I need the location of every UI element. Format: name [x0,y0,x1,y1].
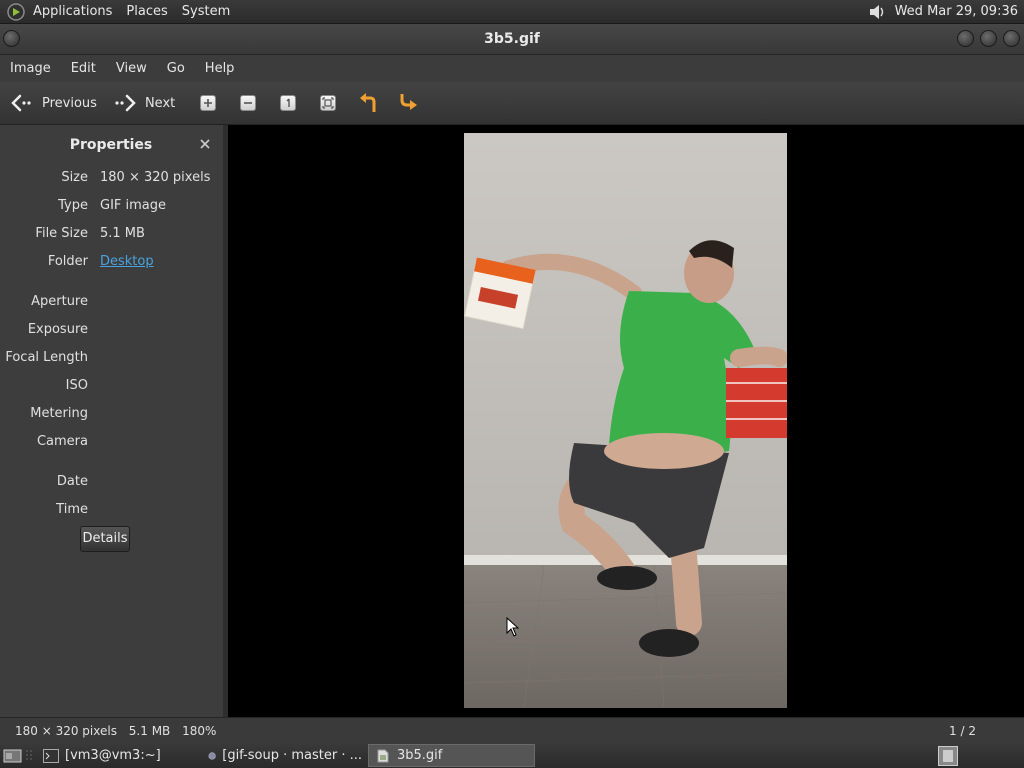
zoom-in-icon [200,95,217,111]
prop-label: Exposure [27,322,88,337]
zoom-in-button[interactable] [193,85,223,121]
prop-label: Type [58,198,88,213]
prop-label: Aperture [31,294,88,309]
panel-clock[interactable]: Wed Mar 29, 09:36 [887,4,1024,19]
task-label: [vm3@vm3:~] [65,748,161,763]
status-dimensions: 180 × 320 pixels [15,724,117,738]
rotate-right-icon [400,94,418,110]
next-button[interactable]: Next [107,85,181,121]
prop-label: Date [56,474,88,489]
prop-row-exposure: Exposure [0,322,222,342]
menu-edit[interactable]: Edit [61,61,106,76]
status-zoom: 180% [182,724,217,738]
prop-row-type: Type GIF image [0,198,222,218]
window-titlebar[interactable]: 3b5.gif [0,24,1024,55]
task-image-viewer[interactable]: 3b5.gif [368,744,535,767]
prop-label: Camera [36,434,88,449]
prop-row-camera: Camera [0,434,222,454]
sidebar-header: Properties [0,125,223,165]
statusbar: 180 × 320 pixels 5.1 MB 180% 1 / 2 [0,717,1024,743]
prop-row-time: Time [0,502,222,522]
prop-label: File Size [35,226,88,241]
previous-label: Previous [42,95,97,111]
panel-menu-places[interactable]: Places [119,0,174,24]
prop-value: GIF image [100,198,167,213]
rotate-right-button[interactable] [393,85,423,121]
editor-app-icon [208,751,216,760]
top-panel: Applications Places System Wed Mar 29, 0… [0,0,1024,24]
menu-image[interactable]: Image [0,61,61,76]
prop-row-aperture: Aperture [0,294,222,314]
prop-row-iso: ISO [0,378,222,398]
task-terminal[interactable]: [vm3@vm3:~] [37,744,202,767]
previous-button[interactable]: Previous [4,85,103,121]
prop-label: ISO [65,378,88,393]
prop-label: Metering [30,406,88,421]
taskbar-separator-icon [26,749,32,762]
rotate-left-button[interactable] [353,85,383,121]
status-file-size: 5.1 MB [128,724,171,738]
best-fit-icon [320,95,337,111]
task-label: [gif-soup · master · ... [222,748,362,763]
prop-value: 5.1 MB [100,226,145,241]
prop-row-folder: Folder Desktop [0,254,222,274]
close-sidebar-icon[interactable] [198,137,212,151]
window-title: 3b5.gif [484,31,540,47]
zoom-out-icon [240,95,257,111]
prop-row-size: Size 180 × 320 pixels [0,170,222,190]
normal-size-button[interactable] [273,85,303,121]
menubar: Image Edit View Go Help [0,55,1024,82]
volume-icon[interactable] [867,2,887,22]
prop-label: Time [56,502,88,517]
image-file-icon [377,749,389,762]
prop-row-date: Date [0,474,222,494]
terminal-icon [43,748,59,763]
image-viewer[interactable] [228,125,1024,717]
panel-menu-system[interactable]: System [175,0,237,24]
next-label: Next [144,95,176,111]
status-image-position: 1 / 2 [949,724,976,738]
minimize-button[interactable] [957,30,974,47]
toolbar: Previous Next [0,82,1024,125]
prop-row-focal-length: Focal Length [0,350,222,370]
task-label: 3b5.gif [397,748,443,763]
prop-row-metering: Metering [0,406,222,426]
best-fit-button[interactable] [313,85,343,121]
prop-row-file-size: File Size 5.1 MB [0,226,222,246]
prop-label: Folder [47,254,88,269]
taskbar: [vm3@vm3:~] [gif-soup · master · ... 3b5… [0,743,1024,768]
task-gif-soup[interactable]: [gif-soup · master · ... [202,744,368,767]
close-window-button[interactable] [1003,30,1020,47]
rotate-left-icon [360,93,376,112]
normal-size-icon [280,95,297,111]
menu-go[interactable]: Go [157,61,195,76]
show-desktop-icon[interactable] [3,747,23,765]
prop-label: Focal Length [5,350,88,365]
workspace-window-thumbnail [943,749,953,762]
arrow-right-icon [115,94,136,112]
properties-sidebar: Properties Size 180 × 320 pixels Type GI… [0,125,228,717]
arrow-left-icon [11,94,31,112]
prop-label: Size [61,170,88,185]
maximize-button[interactable] [980,30,997,47]
zoom-out-button[interactable] [233,85,263,121]
mouse-cursor-icon [506,617,520,637]
menu-view[interactable]: View [106,61,157,76]
panel-menu-applications[interactable]: Applications [26,0,119,24]
prop-value: 180 × 320 pixels [100,170,211,185]
workspace-switcher[interactable] [938,745,958,766]
sidebar-title: Properties [69,137,153,153]
folder-link[interactable]: Desktop [100,254,154,269]
details-button[interactable]: Details [80,526,130,552]
menu-help[interactable]: Help [195,61,245,76]
applications-logo-icon[interactable] [6,2,26,22]
